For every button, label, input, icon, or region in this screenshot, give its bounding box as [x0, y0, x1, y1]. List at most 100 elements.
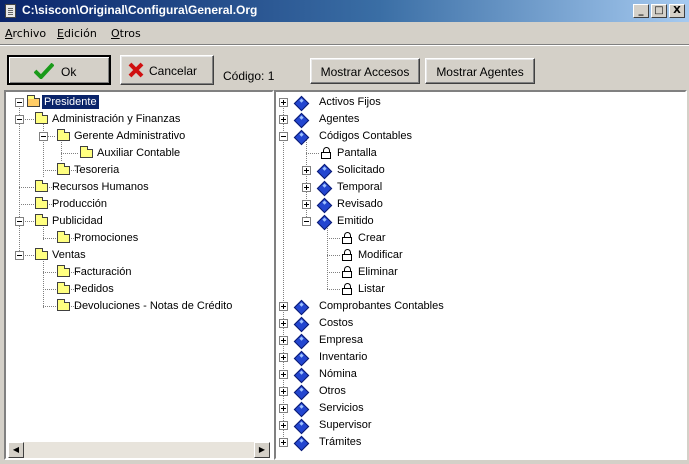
collapse-toggle[interactable]: [15, 98, 24, 107]
menu-archivo-key: A: [5, 27, 13, 40]
collapse-toggle[interactable]: [15, 217, 24, 226]
org-node[interactable]: Recursos Humanos: [52, 180, 149, 194]
tree-line: [306, 136, 307, 223]
access-node[interactable]: Supervisor: [319, 418, 372, 432]
close-button[interactable]: X: [669, 4, 685, 18]
access-node[interactable]: Otros: [319, 384, 346, 398]
access-node[interactable]: Códigos Contables: [319, 129, 412, 143]
tree-line: [61, 153, 79, 154]
access-node[interactable]: Comprobantes Contables: [319, 299, 444, 313]
module-icon: [293, 350, 310, 367]
minimize-button[interactable]: _: [633, 4, 649, 18]
ok-button[interactable]: Ok: [7, 55, 111, 85]
folder-icon: [57, 299, 70, 311]
expand-toggle[interactable]: [279, 370, 288, 379]
folder-open-icon: [27, 95, 40, 107]
tree-line: [61, 140, 62, 162]
tree-line: [327, 222, 328, 290]
expand-toggle[interactable]: [302, 166, 311, 175]
org-node[interactable]: Administración y Finanzas: [52, 112, 180, 126]
tree-line: [48, 136, 56, 137]
module-icon: [316, 180, 333, 197]
tree-line: [23, 119, 35, 120]
org-node[interactable]: Pedidos: [74, 282, 114, 296]
access-node[interactable]: Emitido: [337, 214, 374, 228]
expand-toggle[interactable]: [279, 421, 288, 430]
access-node[interactable]: Temporal: [337, 180, 382, 194]
org-node[interactable]: Producción: [52, 197, 107, 211]
folder-icon: [80, 146, 93, 158]
expand-toggle[interactable]: [302, 183, 311, 192]
module-icon: [293, 418, 310, 435]
expand-toggle[interactable]: [302, 200, 311, 209]
expand-toggle[interactable]: [279, 98, 288, 107]
org-node[interactable]: Ventas: [52, 248, 86, 262]
expand-toggle[interactable]: [279, 404, 288, 413]
access-node[interactable]: Revisado: [337, 197, 383, 211]
access-node[interactable]: Pantalla: [337, 146, 377, 160]
org-node[interactable]: Facturación: [74, 265, 131, 279]
access-tree-panel: Activos Fijos Agentes Códigos Contables …: [274, 90, 687, 460]
menu-archivo[interactable]: Archivo: [5, 27, 46, 40]
org-node[interactable]: Auxiliar Contable: [97, 146, 180, 160]
org-node[interactable]: Gerente Administrativo: [74, 129, 185, 143]
collapse-toggle[interactable]: [302, 217, 311, 226]
menu-archivo-label: rchivo: [12, 27, 47, 40]
folder-icon: [35, 214, 48, 226]
collapse-toggle[interactable]: [15, 115, 24, 124]
menu-edicion[interactable]: Edición: [57, 27, 97, 40]
tree-line: [327, 289, 341, 290]
lock-icon: [341, 249, 354, 262]
folder-icon: [57, 265, 70, 277]
horizontal-scrollbar[interactable]: ◀ ▶: [8, 442, 270, 458]
scroll-right-icon[interactable]: ▶: [254, 442, 270, 458]
collapse-toggle[interactable]: [15, 251, 24, 260]
mostrar-accesos-label: Mostrar Accesos: [320, 65, 410, 79]
access-node[interactable]: Trámites: [319, 435, 361, 449]
module-icon: [293, 384, 310, 401]
folder-icon: [57, 129, 70, 141]
maximize-button[interactable]: □: [651, 4, 667, 18]
menu-otros-label: tros: [119, 27, 141, 40]
access-node[interactable]: Modificar: [358, 248, 403, 262]
mostrar-agentes-button[interactable]: Mostrar Agentes: [425, 58, 535, 84]
org-node[interactable]: Promociones: [74, 231, 138, 245]
org-node[interactable]: Tesoreria: [74, 163, 119, 177]
access-node[interactable]: Listar: [358, 282, 385, 296]
scroll-left-icon[interactable]: ◀: [8, 442, 24, 458]
lock-icon: [341, 266, 354, 279]
cancel-button[interactable]: Cancelar: [120, 55, 214, 85]
expand-toggle[interactable]: [279, 387, 288, 396]
cancel-x-icon: [128, 62, 144, 78]
org-node[interactable]: Publicidad: [52, 214, 103, 228]
access-node[interactable]: Eliminar: [358, 265, 398, 279]
org-node-presidente[interactable]: Presidente: [42, 95, 99, 109]
module-icon: [293, 401, 310, 418]
access-node[interactable]: Crear: [358, 231, 386, 245]
access-node[interactable]: Empresa: [319, 333, 363, 347]
org-node[interactable]: Devoluciones - Notas de Crédito: [74, 299, 232, 313]
module-icon: [316, 197, 333, 214]
expand-toggle[interactable]: [279, 353, 288, 362]
collapse-toggle[interactable]: [279, 132, 288, 141]
expand-toggle[interactable]: [279, 336, 288, 345]
expand-toggle[interactable]: [279, 115, 288, 124]
tree-line: [19, 106, 20, 258]
codigo-label: Código: 1: [223, 69, 275, 83]
access-node[interactable]: Activos Fijos: [319, 95, 381, 109]
tree-line: [327, 272, 341, 273]
access-node[interactable]: Agentes: [319, 112, 359, 126]
expand-toggle[interactable]: [279, 319, 288, 328]
access-node[interactable]: Solicitado: [337, 163, 385, 177]
module-icon: [293, 333, 310, 350]
menu-otros[interactable]: Otros: [111, 27, 141, 40]
cancel-label: Cancelar: [149, 64, 198, 78]
access-node[interactable]: Servicios: [319, 401, 364, 415]
expand-toggle[interactable]: [279, 302, 288, 311]
access-node[interactable]: Nómina: [319, 367, 357, 381]
collapse-toggle[interactable]: [39, 132, 48, 141]
mostrar-accesos-button[interactable]: Mostrar Accesos: [310, 58, 420, 84]
access-node[interactable]: Costos: [319, 316, 353, 330]
access-node[interactable]: Inventario: [319, 350, 367, 364]
expand-toggle[interactable]: [279, 438, 288, 447]
